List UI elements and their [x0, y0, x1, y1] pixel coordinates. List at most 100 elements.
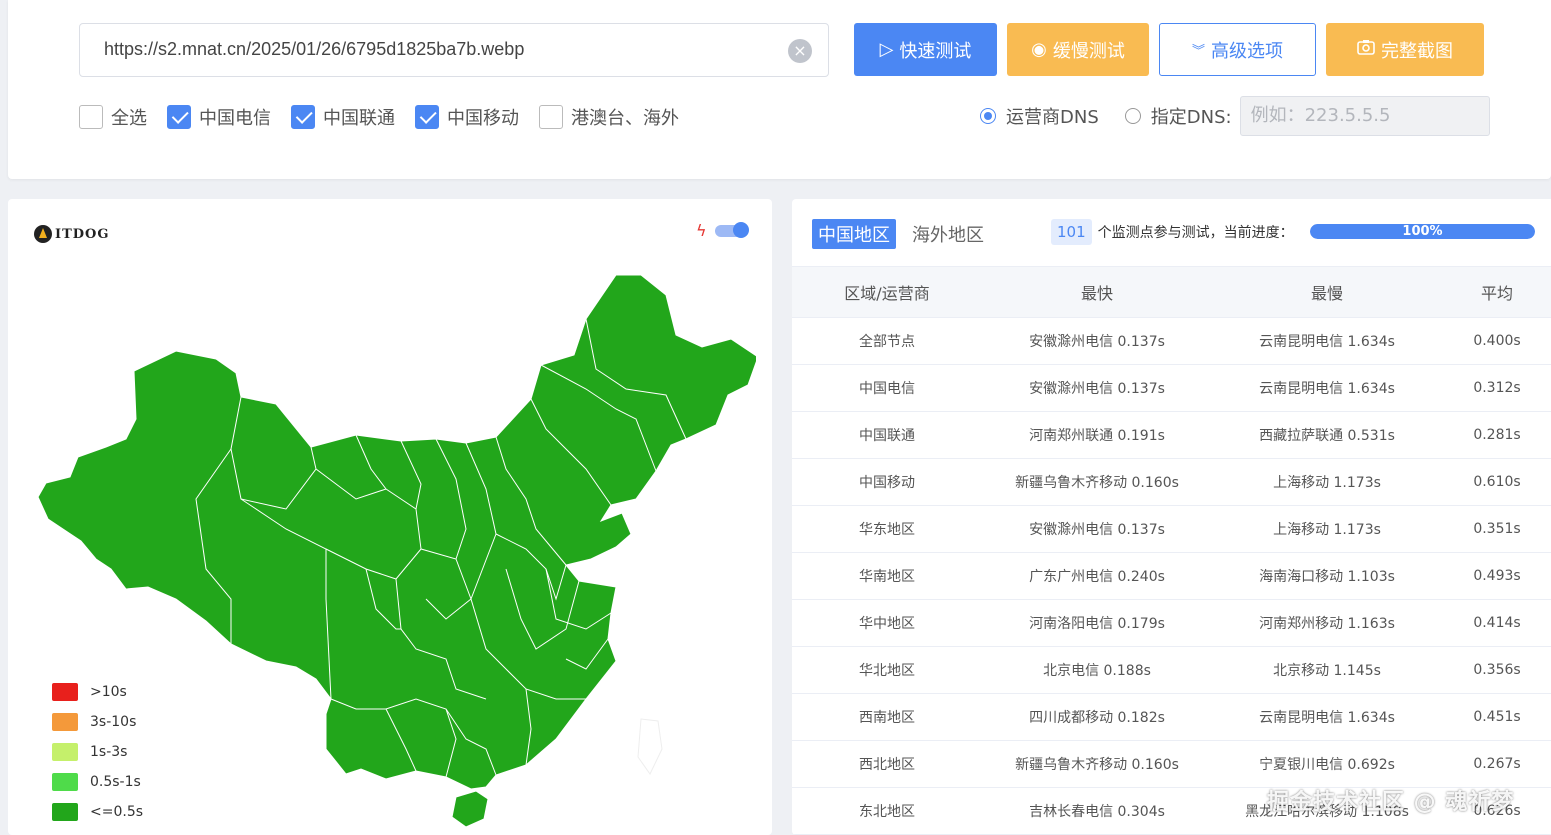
checkbox-china-unicom[interactable]: 中国联通 — [291, 104, 395, 130]
camera-icon — [1357, 39, 1375, 60]
radio-custom-dns[interactable] — [1124, 108, 1141, 124]
checkbox-label: 港澳台、海外 — [571, 108, 679, 129]
logo-text: ITDOG — [55, 226, 110, 242]
taiwan-island[interactable] — [637, 718, 663, 775]
legend-item: <=0.5s — [52, 797, 143, 827]
table-cell: 河南郑州移动 1.163s — [1259, 616, 1395, 632]
legend-item: 1s-3s — [52, 737, 143, 767]
column-header[interactable]: 最快 — [982, 267, 1212, 317]
table-row: 中国电信 安徽滁州电信 0.137s 云南昆明电信 1.634s 0.312s — [792, 365, 1551, 412]
double-chevron-down-icon: ︾ — [1191, 44, 1205, 59]
checkbox-box[interactable] — [539, 105, 563, 129]
progress-bar: 100% — [1310, 224, 1535, 239]
column-header[interactable]: 平均 — [1442, 267, 1551, 317]
url-input-value[interactable]: https://s2.mnat.cn/2025/01/26/6795d1825b… — [104, 39, 524, 60]
table-cell: 华南地区 — [859, 569, 915, 585]
checkbox-china-mobile[interactable]: 中国移动 — [415, 104, 519, 130]
column-header[interactable]: 区域/运营商 — [792, 267, 982, 317]
radio-carrier-dns-label: 运营商DNS — [1006, 107, 1099, 128]
table-cell: 0.351s — [1473, 521, 1521, 537]
checkbox-box[interactable] — [291, 105, 315, 129]
table-cell: 云南昆明电信 1.634s — [1259, 381, 1395, 397]
legend-item: 3s-10s — [52, 707, 143, 737]
table-cell: 中国电信 — [859, 381, 915, 397]
legend-item: 0.5s-1s — [52, 767, 143, 797]
checkbox-box[interactable] — [415, 105, 439, 129]
play-circle-icon: ◉ — [1031, 39, 1047, 60]
advanced-options-button[interactable]: ︾ 高级选项 — [1159, 23, 1316, 76]
table-cell: 安徽滁州电信 0.137s — [1029, 381, 1165, 397]
table-cell: 0.451s — [1473, 709, 1521, 725]
carrier-filter-group: 全选 中国电信 中国联通 中国移动 港澳台、海外 — [79, 104, 699, 130]
checkbox-label: 中国联通 — [323, 108, 395, 129]
slow-test-button[interactable]: ◉ 缓慢测试 — [1007, 23, 1149, 76]
table-cell: 河南洛阳电信 0.179s — [1029, 616, 1165, 632]
table-cell: 0.281s — [1473, 427, 1521, 443]
table-cell: 新疆乌鲁木齐移动 0.160s — [1015, 757, 1179, 773]
legend-label: 3s-10s — [90, 714, 137, 730]
table-cell: 云南昆明电信 1.634s — [1259, 710, 1395, 726]
table-cell: 0.267s — [1473, 756, 1521, 772]
fast-test-button[interactable]: ▷ 快速测试 — [854, 23, 997, 76]
column-header[interactable]: 最慢 — [1212, 267, 1442, 317]
table-cell: 四川成都移动 0.182s — [1029, 710, 1165, 726]
radio-custom-dns-label: 指定DNS: — [1150, 107, 1232, 128]
url-input[interactable]: https://s2.mnat.cn/2025/01/26/6795d1825b… — [79, 23, 829, 77]
legend-label: >10s — [90, 684, 127, 700]
table-cell: 华中地区 — [859, 616, 915, 632]
checkbox-label: 全选 — [111, 108, 147, 129]
checkbox-select-all[interactable]: 全选 — [79, 104, 147, 130]
table-cell: 西南地区 — [859, 710, 915, 726]
checkbox-label: 中国移动 — [447, 108, 519, 129]
lightning-icon: ϟ — [696, 221, 707, 240]
full-screenshot-button[interactable]: 完整截图 — [1326, 23, 1484, 76]
hainan-island[interactable] — [451, 790, 489, 828]
table-cell: 云南昆明电信 1.634s — [1259, 334, 1395, 350]
advanced-options-label: 高级选项 — [1211, 40, 1283, 62]
table-cell: 北京电信 0.188s — [1043, 663, 1151, 679]
legend-swatch — [52, 713, 78, 731]
legend-swatch — [52, 803, 78, 821]
table-row: 西北地区 新疆乌鲁木齐移动 0.160s 宁夏银川电信 0.692s 0.267s — [792, 741, 1551, 788]
table-cell: 上海移动 1.173s — [1273, 522, 1381, 538]
table-cell: 广东广州电信 0.240s — [1029, 569, 1165, 585]
legend-label: <=0.5s — [90, 804, 144, 820]
latency-map-panel: ITDOG ϟ >10s 3s-10s 1s-3s 0.5s-1s <=0.5s — [8, 199, 772, 835]
checkbox-box[interactable] — [79, 105, 103, 129]
tab-china[interactable]: 中国地区 — [812, 219, 896, 249]
table-cell: 新疆乌鲁木齐移动 0.160s — [1015, 475, 1179, 491]
legend-label: 0.5s-1s — [90, 774, 141, 790]
table-cell: 安徽滁州电信 0.137s — [1029, 522, 1165, 538]
table-cell: 东北地区 — [859, 804, 915, 820]
checkbox-label: 中国电信 — [199, 108, 271, 129]
tab-overseas[interactable]: 海外地区 — [912, 221, 984, 247]
progress-fill: 100% — [1310, 224, 1535, 239]
table-row: 全部节点 安徽滁州电信 0.137s 云南昆明电信 1.634s 0.400s — [792, 318, 1551, 365]
map-toggle-switch[interactable] — [714, 221, 749, 238]
table-cell: 吉林长春电信 0.304s — [1029, 804, 1165, 820]
china-map-shape[interactable] — [37, 274, 756, 790]
custom-dns-input[interactable]: 例如：223.5.5.5 — [1239, 96, 1490, 136]
table-cell: 安徽滁州电信 0.137s — [1029, 334, 1165, 350]
table-cell: 华东地区 — [859, 522, 915, 538]
table-cell: 西北地区 — [859, 757, 915, 773]
radio-carrier-dns[interactable] — [980, 108, 996, 124]
test-control-panel: https://s2.mnat.cn/2025/01/26/6795d1825b… — [8, 0, 1551, 179]
checkbox-overseas[interactable]: 港澳台、海外 — [539, 104, 679, 130]
table-cell: 0.414s — [1473, 615, 1521, 631]
checkbox-box[interactable] — [167, 105, 191, 129]
table-row: 华南地区 广东广州电信 0.240s 海南海口移动 1.103s 0.493s — [792, 553, 1551, 600]
table-cell: 海南海口移动 1.103s — [1259, 569, 1395, 585]
close-circle-icon[interactable]: × — [788, 39, 812, 63]
table-cell: 西藏拉萨联通 0.531s — [1259, 428, 1395, 444]
watermark: 掘金技术社区 @ 魂祈梦 — [1267, 790, 1515, 815]
play-icon: ▷ — [879, 39, 894, 60]
dns-option-group: 运营商DNS 指定DNS: 例如：223.5.5.5 — [980, 96, 1490, 136]
fast-test-label: 快速测试 — [899, 40, 972, 62]
monitor-text: 个监测点参与测试，当前进度： — [1097, 225, 1294, 241]
checkbox-china-telecom[interactable]: 中国电信 — [167, 104, 271, 130]
itdog-logo: ITDOG — [34, 225, 109, 243]
table-cell: 0.610s — [1473, 474, 1521, 490]
table-cell: 全部节点 — [859, 334, 915, 350]
table-cell: 华北地区 — [859, 663, 915, 679]
